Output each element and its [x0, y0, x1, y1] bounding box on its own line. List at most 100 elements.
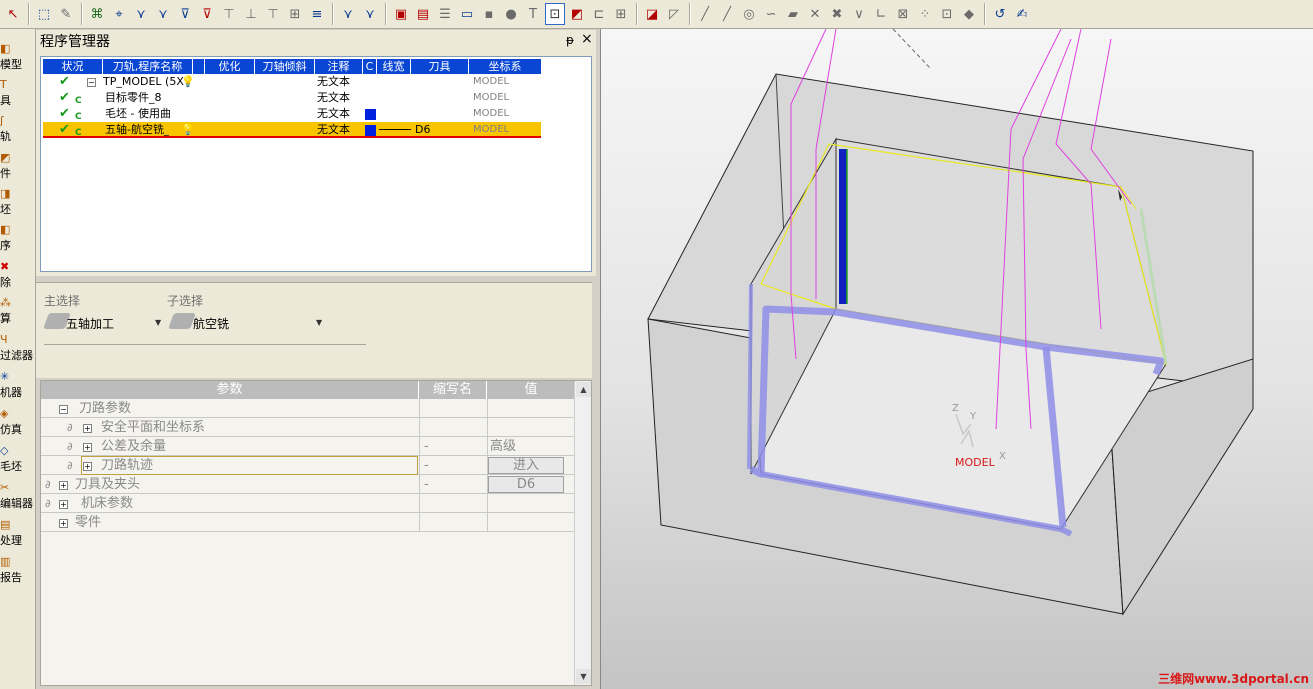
expand-toggle[interactable]: + — [59, 513, 68, 532]
pen-underline-icon[interactable]: ✍ — [1012, 3, 1032, 25]
leftbar-item-blank[interactable]: ◇ 毛坯 — [0, 443, 36, 479]
enter-button[interactable]: 进入 — [488, 457, 564, 474]
expand-toggle[interactable]: + — [83, 437, 92, 456]
flow-icon[interactable]: T — [523, 3, 543, 25]
plane-icon[interactable]: ∽ — [761, 3, 781, 25]
col-header-linewidth[interactable]: 线宽 — [377, 59, 411, 74]
tree-row-selected[interactable]: ✔ C 五轴-航空铣_ 💡 无文本 D6 MODEL — [43, 122, 541, 138]
param-row-safety-plane[interactable]: ∂ + 安全平面和坐标系 — [41, 418, 575, 437]
param-row-part[interactable]: + 零件 — [41, 513, 575, 532]
leftbar-item-delete[interactable]: ✖ 除 — [0, 259, 36, 295]
tree-row[interactable]: ✔ − TP_MODEL (5X 💡 无文本 MODEL — [43, 74, 541, 90]
col-header-comment[interactable]: 注释 — [315, 59, 363, 74]
dim-icon[interactable]: ∨ — [849, 3, 869, 25]
col-header-value[interactable]: 值 — [487, 381, 575, 399]
collapse-toggle[interactable]: − — [87, 74, 96, 90]
tool-path-8-icon[interactable]: ⊥ — [241, 3, 261, 25]
arc-icon[interactable]: ◎ — [739, 3, 759, 25]
leftbar-item-program[interactable]: ◧ 序 — [0, 222, 36, 258]
dots-icon[interactable]: ⁘ — [915, 3, 935, 25]
edit-line-icon[interactable]: ⊞ — [611, 3, 631, 25]
tool-path-2-icon[interactable]: ⌖ — [109, 3, 129, 25]
color-swatch[interactable] — [365, 109, 376, 120]
expand-toggle[interactable]: + — [83, 418, 92, 437]
param-row-tolerance[interactable]: ∂ + 公差及余量 - 高级 — [41, 437, 575, 456]
col-header-name[interactable]: 刀轨,程序名称 — [103, 59, 193, 74]
leftbar-item-report[interactable]: ▥ 报告 — [0, 554, 36, 590]
tool-button[interactable]: D6 — [488, 476, 564, 493]
col-header-parameter[interactable]: 参数 — [41, 381, 419, 399]
expand-toggle[interactable]: + — [59, 475, 68, 494]
leftbar-item-part[interactable]: ◩ 件 — [0, 150, 36, 186]
table-icon[interactable]: ▤ — [413, 3, 433, 25]
leftbar-item-path[interactable]: ʃ 轨 — [0, 113, 36, 149]
leftbar-item-simulate[interactable]: ◈ 仿真 — [0, 406, 36, 442]
rotate-view-icon[interactable]: ↺ — [990, 3, 1010, 25]
tree-icon[interactable]: ⊏ — [589, 3, 609, 25]
leftbar-item-tool[interactable]: T 具 — [0, 77, 36, 113]
select-arrow-icon[interactable]: ⬚ — [34, 3, 54, 25]
filter-icon[interactable]: ⋎ — [338, 3, 358, 25]
expand-toggle[interactable]: + — [59, 494, 68, 513]
tool-path-9-icon[interactable]: ⊤ — [263, 3, 283, 25]
col-header-blank[interactable] — [193, 59, 205, 74]
curve-icon[interactable]: ◪ — [642, 3, 662, 25]
tree-row[interactable]: ✔ C 目标零件_8 无文本 MODEL — [43, 90, 541, 106]
param-row-toolpath[interactable]: ∂ + 刀路轨迹 - 进入 — [41, 456, 575, 475]
main-selection-dropdown[interactable]: 五轴加工 ▼ — [43, 311, 164, 333]
xyz-icon[interactable]: ⊠ — [893, 3, 913, 25]
leftbar-item-model[interactable]: ◧ 模型 — [0, 41, 36, 77]
leftbar-item-stock[interactable]: ◨ 坯 — [0, 186, 36, 222]
col-header-tool[interactable]: 刀具 — [411, 59, 469, 74]
tree-row[interactable]: ✔ C 毛坯 - 使用曲 无文本 MODEL — [43, 106, 541, 122]
box-icon[interactable]: ⊡ — [545, 3, 565, 25]
circle-icon[interactable]: ▪ — [479, 3, 499, 25]
col-header-abbr[interactable]: 缩写名 — [419, 381, 487, 399]
line-icon[interactable]: ◸ — [664, 3, 684, 25]
tool-path-6-icon[interactable]: ⊽ — [197, 3, 217, 25]
list-icon[interactable]: ☰ — [435, 3, 455, 25]
expand-toggle[interactable]: + — [83, 456, 92, 475]
tool-path-5-icon[interactable]: ⊽ — [175, 3, 195, 25]
cross-icon[interactable]: ▰ — [783, 3, 803, 25]
square-point-icon[interactable]: ⊡ — [937, 3, 957, 25]
col-header-coord[interactable]: 坐标系 — [469, 59, 541, 74]
scroll-up-icon[interactable]: ▲ — [576, 382, 591, 397]
leftbar-item-filter[interactable]: Ч 过滤器 — [0, 332, 36, 368]
leftbar-item-editor[interactable]: ✂ 编辑器 — [0, 480, 36, 516]
sub-selection-dropdown[interactable]: 航空铣 ▼ — [167, 311, 327, 333]
tool-path-10-icon[interactable]: ⊞ — [285, 3, 305, 25]
collapse-toggle[interactable]: − — [59, 399, 68, 418]
pin-icon[interactable]: ᵽ — [566, 33, 574, 47]
tool-path-3-icon[interactable]: ⋎ — [131, 3, 151, 25]
frame-icon[interactable]: ∟ — [871, 3, 891, 25]
bubble-icon[interactable]: ▭ — [457, 3, 477, 25]
col-header-status[interactable]: 状况 — [43, 59, 103, 74]
rotate-icon[interactable]: ◆ — [959, 3, 979, 25]
line2-icon[interactable]: ╱ — [695, 3, 715, 25]
col-header-c[interactable]: C — [363, 59, 377, 74]
calculator-icon[interactable]: ▣ — [391, 3, 411, 25]
point-icon[interactable]: ✕ — [805, 3, 825, 25]
wrench-icon[interactable]: ✎ — [56, 3, 76, 25]
param-row-tool-holder[interactable]: ∂ + 刀具及夹头 - D6 — [41, 475, 575, 494]
cursor-add-icon[interactable]: ↖ — [3, 3, 23, 25]
pin-icon[interactable]: ≡ — [307, 3, 327, 25]
tool-path-7-icon[interactable]: ⊤ — [219, 3, 239, 25]
tool-path-4-icon[interactable]: ⋎ — [153, 3, 173, 25]
angle-icon[interactable]: ✖ — [827, 3, 847, 25]
close-icon[interactable]: × — [581, 31, 593, 47]
leftbar-item-calculate[interactable]: ⁂ 算 — [0, 295, 36, 331]
measure-icon[interactable]: ⋎ — [360, 3, 380, 25]
circle-target-icon[interactable]: ╱ — [717, 3, 737, 25]
col-header-tilt[interactable]: 刀轴倾斜 — [255, 59, 315, 74]
grid-icon[interactable]: ◩ — [567, 3, 587, 25]
param-row-machine[interactable]: ∂ + 机床参数 — [41, 494, 575, 513]
leftbar-item-post[interactable]: ▤ 处理 — [0, 517, 36, 553]
leftbar-item-machine[interactable]: ✳ 机器 — [0, 369, 36, 405]
color-swatch[interactable] — [365, 125, 376, 136]
col-header-optimize[interactable]: 优化 — [205, 59, 255, 74]
text-t-icon[interactable]: ● — [501, 3, 521, 25]
param-row-toolpath-params[interactable]: − 刀路参数 — [41, 399, 575, 418]
scroll-down-icon[interactable]: ▼ — [576, 669, 591, 684]
